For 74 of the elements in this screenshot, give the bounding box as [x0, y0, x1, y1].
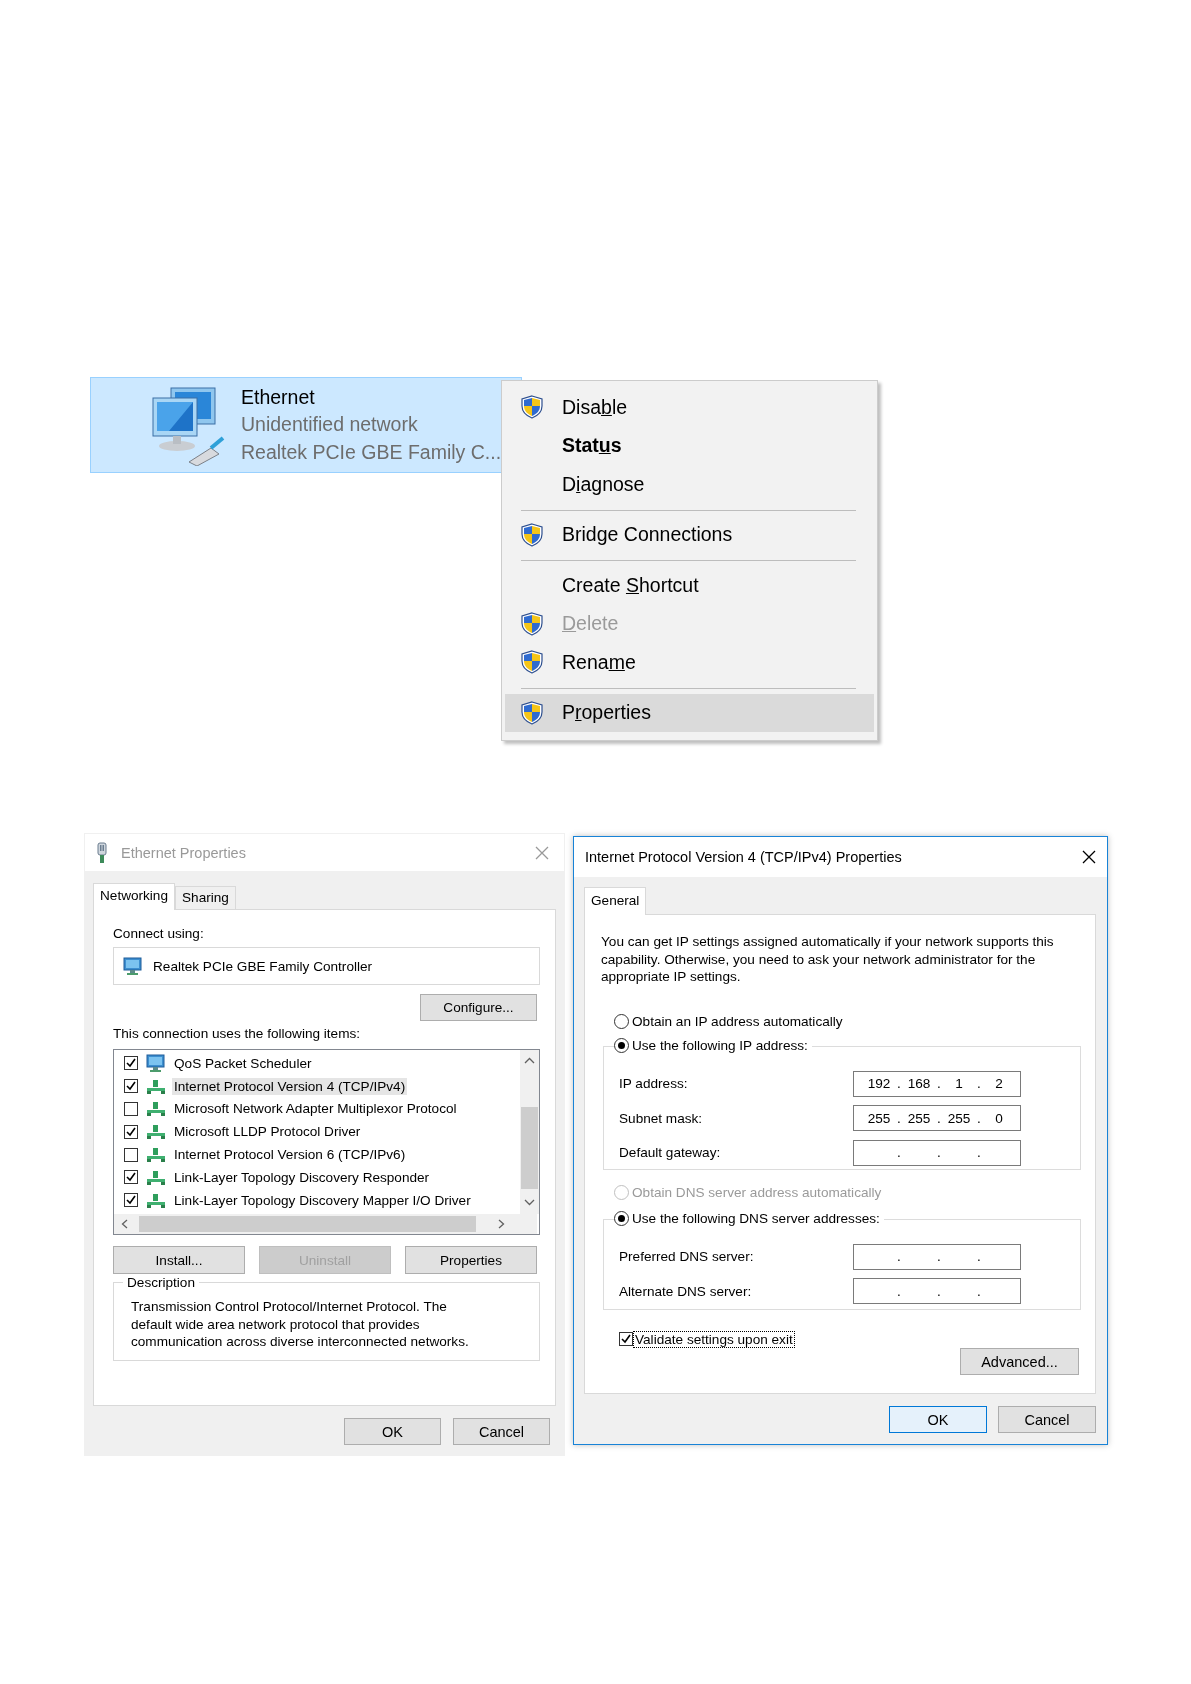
- radio-button[interactable]: Use the following DNS server addresses:: [614, 1210, 884, 1226]
- network-icon: [146, 1077, 166, 1095]
- list-item[interactable]: Link-Layer Topology Discovery Responder: [172, 1168, 432, 1186]
- radio-button[interactable]: Obtain an IP address automatically: [614, 1013, 1080, 1029]
- network-computer-icon: [149, 384, 225, 466]
- monitor-icon: [123, 956, 143, 976]
- network-icon: [146, 1146, 166, 1164]
- network-icon: [146, 1168, 166, 1186]
- action-button[interactable]: Properties: [405, 1246, 537, 1274]
- action-button[interactable]: Install...: [113, 1246, 245, 1274]
- connection-name: Ethernet: [241, 384, 316, 410]
- network-icon: [146, 1100, 166, 1118]
- description-text: Transmission Control Protocol/Internet Protocol. The default wide area network protocol that provides communication across diverse interconnected networks.: [131, 1298, 470, 1351]
- network-icon: [146, 1123, 166, 1141]
- ip-address-field[interactable]: . . .: [853, 1278, 1021, 1305]
- configure-button[interactable]: Configure...: [420, 994, 537, 1021]
- vertical-scrollbar[interactable]: [520, 1050, 539, 1214]
- checkbox[interactable]: [124, 1193, 138, 1208]
- checkbox[interactable]: [124, 1170, 138, 1185]
- plug-icon: [95, 841, 109, 864]
- checkbox[interactable]: [124, 1124, 138, 1139]
- close-icon[interactable]: [1081, 849, 1097, 865]
- list-item[interactable]: Microsoft LLDP Protocol Driver: [172, 1123, 363, 1141]
- window-title: Internet Protocol Version 4 (TCP/IPv4) Properties: [585, 849, 902, 865]
- checkbox[interactable]: [124, 1056, 138, 1071]
- field-label: IP address:: [619, 1076, 689, 1092]
- tab[interactable]: Sharing: [175, 886, 236, 909]
- dialog-button[interactable]: OK: [344, 1418, 441, 1445]
- list-item[interactable]: Internet Protocol Version 6 (TCP/IPv6): [172, 1146, 408, 1164]
- ip-address-field[interactable]: . . .: [853, 1243, 1021, 1270]
- ip-address-field[interactable]: 192 . 168 . 1 . 2: [853, 1070, 1021, 1097]
- check-icon: [126, 1172, 136, 1183]
- network-icon: [146, 1191, 166, 1209]
- dialog-button[interactable]: Cancel: [453, 1418, 550, 1445]
- connection-item[interactable]: Ethernet Unidentified network Realtek PCIe GBE Family C...: [90, 377, 522, 473]
- menu-item[interactable]: Bridge Connections: [505, 515, 874, 554]
- connection-status: Unidentified network: [241, 412, 419, 438]
- ip-address-field[interactable]: . . .: [853, 1139, 1021, 1166]
- tab[interactable]: Networking: [93, 883, 175, 910]
- check-icon: [126, 1058, 136, 1069]
- computer-icon: [146, 1053, 166, 1074]
- menu-item[interactable]: Properties: [505, 693, 874, 732]
- field-label: Preferred DNS server:: [619, 1249, 755, 1265]
- window-title: Ethernet Properties: [121, 844, 246, 861]
- list-label: This connection uses the following items:: [113, 1026, 362, 1041]
- check-icon: [621, 1334, 631, 1344]
- list-item[interactable]: QoS Packet Scheduler: [172, 1054, 314, 1072]
- radio-button[interactable]: Use the following IP address:: [614, 1037, 812, 1053]
- dialog-button[interactable]: OK: [889, 1406, 987, 1433]
- checkbox[interactable]: [124, 1147, 138, 1162]
- adapter-name: Realtek PCIe GBE Family Controller: [153, 958, 373, 974]
- check-icon: [126, 1126, 136, 1137]
- field-label: Alternate DNS server:: [619, 1283, 753, 1299]
- menu-item[interactable]: Create Shortcut: [505, 566, 874, 605]
- list-item[interactable]: Link-Layer Topology Discovery Mapper I/O Driver: [172, 1191, 473, 1209]
- check-icon: [126, 1195, 136, 1206]
- tab[interactable]: General: [584, 887, 647, 915]
- horizontal-scrollbar[interactable]: [114, 1214, 537, 1234]
- dialog-button[interactable]: Cancel: [998, 1406, 1096, 1433]
- list-item[interactable]: Internet Protocol Version 4 (TCP/IPv4): [172, 1077, 408, 1095]
- check-icon: [126, 1081, 136, 1092]
- checkbox[interactable]: [124, 1102, 138, 1116]
- field-label: Connect using:: [113, 926, 204, 941]
- field-label: Subnet mask:: [619, 1110, 704, 1126]
- ip-address-field[interactable]: 255 . 255 . 255 . 0: [853, 1105, 1021, 1132]
- adapter-name: Realtek PCIe GBE Family C...: [241, 439, 502, 465]
- checkbox[interactable]: [619, 1332, 633, 1346]
- menu-item[interactable]: Rename: [505, 643, 874, 682]
- field-label: Default gateway:: [619, 1145, 722, 1161]
- list-item[interactable]: Microsoft Network Adapter Multiplexor Protocol: [172, 1100, 459, 1118]
- checkbox[interactable]: [124, 1079, 138, 1094]
- advanced-button[interactable]: Advanced...: [960, 1348, 1079, 1375]
- checkbox-label[interactable]: Validate settings upon exit: [634, 1331, 794, 1347]
- intro-text: You can get IP settings assigned automatically if your network supports this capability. Otherwise, you need to ask your network administrator for the appropriate IP settings.: [601, 933, 1055, 986]
